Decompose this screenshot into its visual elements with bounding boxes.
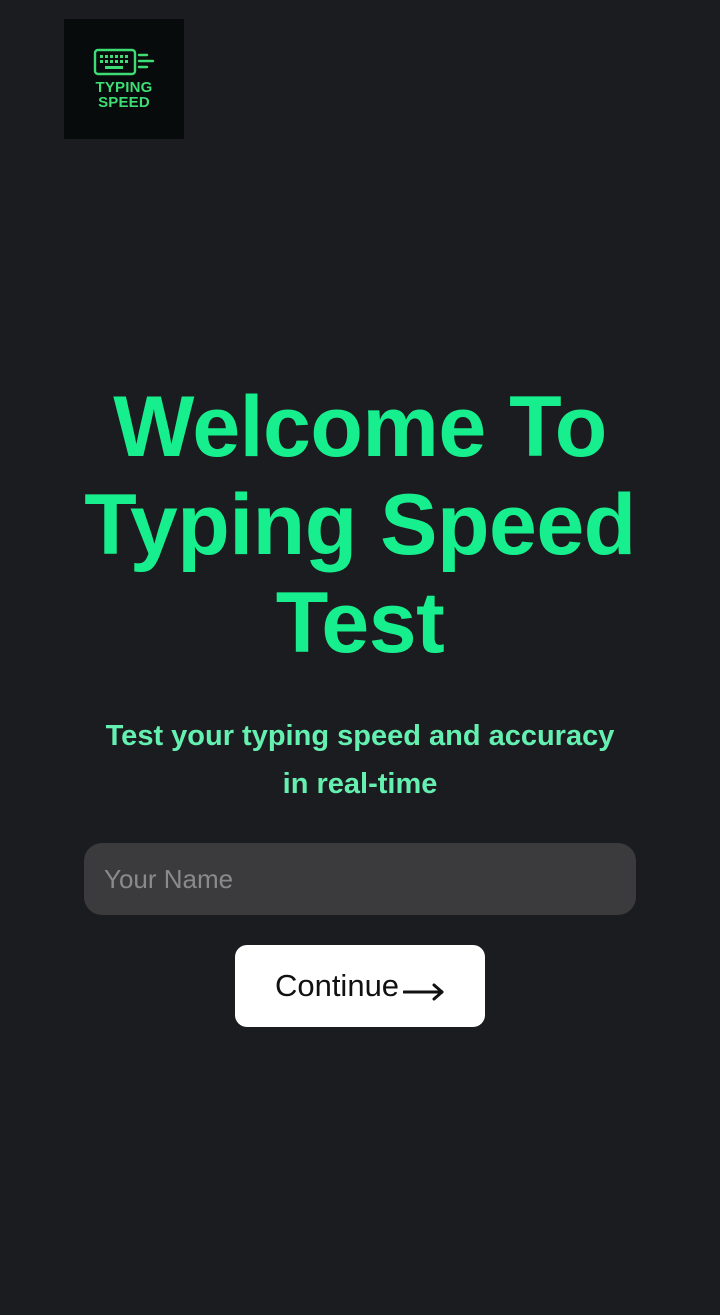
logo-text-line2: SPEED [98, 94, 150, 111]
continue-button-label: Continue [274, 968, 400, 1003]
arrow-right-icon [403, 983, 444, 1001]
logo-text: TYPING SPEED [95, 80, 152, 110]
logo-text-line1: TYPING [95, 79, 153, 96]
page-title-line3: Test [275, 575, 445, 671]
continue-button[interactable]: Continue [235, 945, 485, 1027]
page-subtitle-line1: Test your typing speed and accuracy [105, 720, 615, 752]
keyboard-icon [93, 48, 155, 76]
page-title: Welcome To Typing Speed Test [40, 378, 680, 672]
page-title-line1: Welcome To [113, 379, 607, 475]
page-subtitle-line2: in real-time [282, 768, 438, 800]
name-input[interactable] [84, 843, 636, 915]
page-title-line2: Typing Speed [84, 477, 636, 573]
page-subtitle: Test your typing speed and accuracy in r… [60, 712, 660, 808]
app-logo: TYPING SPEED [64, 19, 184, 139]
